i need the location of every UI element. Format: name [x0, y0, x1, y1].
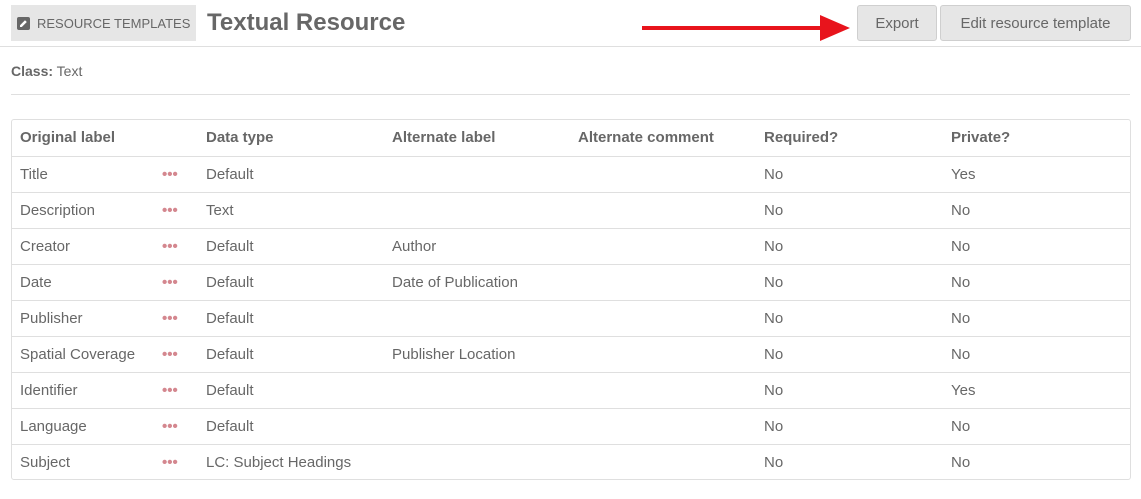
cell-alternate-label: Author — [384, 227, 570, 264]
cell-private: No — [943, 299, 1130, 336]
table-row: Identifier ••• Default No Yes — [12, 371, 1130, 408]
cell-required: No — [756, 227, 943, 264]
divider — [11, 94, 1130, 95]
cell-required: No — [756, 407, 943, 444]
cell-original-label: Subject — [12, 443, 162, 480]
cell-original-label: Language — [12, 407, 162, 444]
cell-alternate-label: Publisher Location — [384, 335, 570, 372]
properties-table-container: Original label Data type Alternate label… — [11, 119, 1131, 480]
edit-resource-template-button[interactable]: Edit resource template — [940, 5, 1131, 41]
cell-alternate-comment — [570, 371, 756, 408]
cell-private: No — [943, 227, 1130, 264]
cell-alternate-comment — [570, 227, 756, 264]
table-row: Title ••• Default No Yes — [12, 155, 1130, 192]
class-info-value: Text — [56, 63, 83, 79]
cell-required: No — [756, 155, 943, 192]
cell-alternate-comment — [570, 155, 756, 192]
cell-required: No — [756, 299, 943, 336]
column-header-original-label: Original label — [20, 129, 116, 147]
table-row: Subject ••• LC: Subject Headings No No — [12, 443, 1130, 480]
cell-data-type: Default — [198, 407, 384, 444]
cell-alternate-comment — [570, 299, 756, 336]
class-info-label: Class: — [11, 63, 54, 79]
cell-original-label: Creator — [12, 227, 162, 264]
cell-private: No — [943, 191, 1130, 228]
cell-required: No — [756, 191, 943, 228]
class-info: Class: Text — [11, 63, 82, 79]
cell-alternate-label — [384, 191, 570, 228]
column-header-alternate-comment: Alternate comment — [578, 129, 714, 147]
ellipsis-icon[interactable]: ••• — [162, 371, 198, 408]
cell-data-type: Text — [198, 191, 384, 228]
ellipsis-icon[interactable]: ••• — [162, 407, 198, 444]
table-header-row: Original label Data type Alternate label… — [12, 120, 1130, 156]
table-row: Spatial Coverage ••• Default Publisher L… — [12, 335, 1130, 372]
cell-data-type: Default — [198, 371, 384, 408]
cell-private: No — [943, 263, 1130, 300]
ellipsis-icon[interactable]: ••• — [162, 443, 198, 480]
cell-required: No — [756, 263, 943, 300]
cell-private: No — [943, 335, 1130, 372]
cell-private: Yes — [943, 371, 1130, 408]
cell-alternate-label — [384, 443, 570, 480]
column-header-private: Private? — [951, 129, 1011, 147]
cell-alternate-label — [384, 155, 570, 192]
cell-original-label: Publisher — [12, 299, 162, 336]
table-row: Publisher ••• Default No No — [12, 299, 1130, 336]
column-header-actions — [162, 120, 198, 156]
properties-table: Original label Data type Alternate label… — [12, 120, 1130, 480]
cell-data-type: LC: Subject Headings — [198, 443, 384, 480]
cell-alternate-comment — [570, 191, 756, 228]
table-row: Language ••• Default No No — [12, 407, 1130, 444]
cell-data-type: Default — [198, 263, 384, 300]
ellipsis-icon[interactable]: ••• — [162, 191, 198, 228]
column-header-alternate-label: Alternate label — [392, 129, 496, 147]
ellipsis-icon[interactable]: ••• — [162, 335, 198, 372]
ellipsis-icon[interactable]: ••• — [162, 299, 198, 336]
page-header: RESOURCE TEMPLATES Textual Resource Expo… — [0, 0, 1141, 47]
cell-alternate-label — [384, 407, 570, 444]
table-body: Title ••• Default No Yes Description •••… — [12, 155, 1130, 480]
cell-original-label: Description — [12, 191, 162, 228]
cell-alternate-comment — [570, 407, 756, 444]
table-row: Description ••• Text No No — [12, 191, 1130, 228]
cell-alternate-comment — [570, 263, 756, 300]
cell-data-type: Default — [198, 227, 384, 264]
cell-required: No — [756, 335, 943, 372]
section-tag-label: RESOURCE TEMPLATES — [37, 15, 191, 31]
page-title: Textual Resource — [207, 9, 406, 36]
cell-original-label: Date — [12, 263, 162, 300]
cell-alternate-label — [384, 299, 570, 336]
cell-private: Yes — [943, 155, 1130, 192]
column-header-data-type: Data type — [206, 129, 274, 147]
cell-data-type: Default — [198, 335, 384, 372]
arrow-right-icon — [642, 15, 850, 41]
cell-alternate-comment — [570, 335, 756, 372]
edit-square-icon — [17, 16, 30, 30]
ellipsis-icon[interactable]: ••• — [162, 227, 198, 264]
ellipsis-icon[interactable]: ••• — [162, 263, 198, 300]
cell-original-label: Spatial Coverage — [12, 335, 162, 372]
section-tag-resource-templates[interactable]: RESOURCE TEMPLATES — [11, 5, 196, 41]
cell-required: No — [756, 443, 943, 480]
table-row: Date ••• Default Date of Publication No … — [12, 263, 1130, 300]
cell-alternate-label — [384, 371, 570, 408]
cell-original-label: Identifier — [12, 371, 162, 408]
cell-alternate-comment — [570, 443, 756, 480]
cell-required: No — [756, 371, 943, 408]
column-header-required: Required? — [764, 129, 839, 147]
table-row: Creator ••• Default Author No No — [12, 227, 1130, 264]
cell-data-type: Default — [198, 299, 384, 336]
ellipsis-icon[interactable]: ••• — [162, 155, 198, 192]
cell-private: No — [943, 443, 1130, 480]
export-button[interactable]: Export — [857, 5, 937, 41]
cell-data-type: Default — [198, 155, 384, 192]
cell-private: No — [943, 407, 1130, 444]
cell-original-label: Title — [12, 155, 162, 192]
cell-alternate-label: Date of Publication — [384, 263, 570, 300]
